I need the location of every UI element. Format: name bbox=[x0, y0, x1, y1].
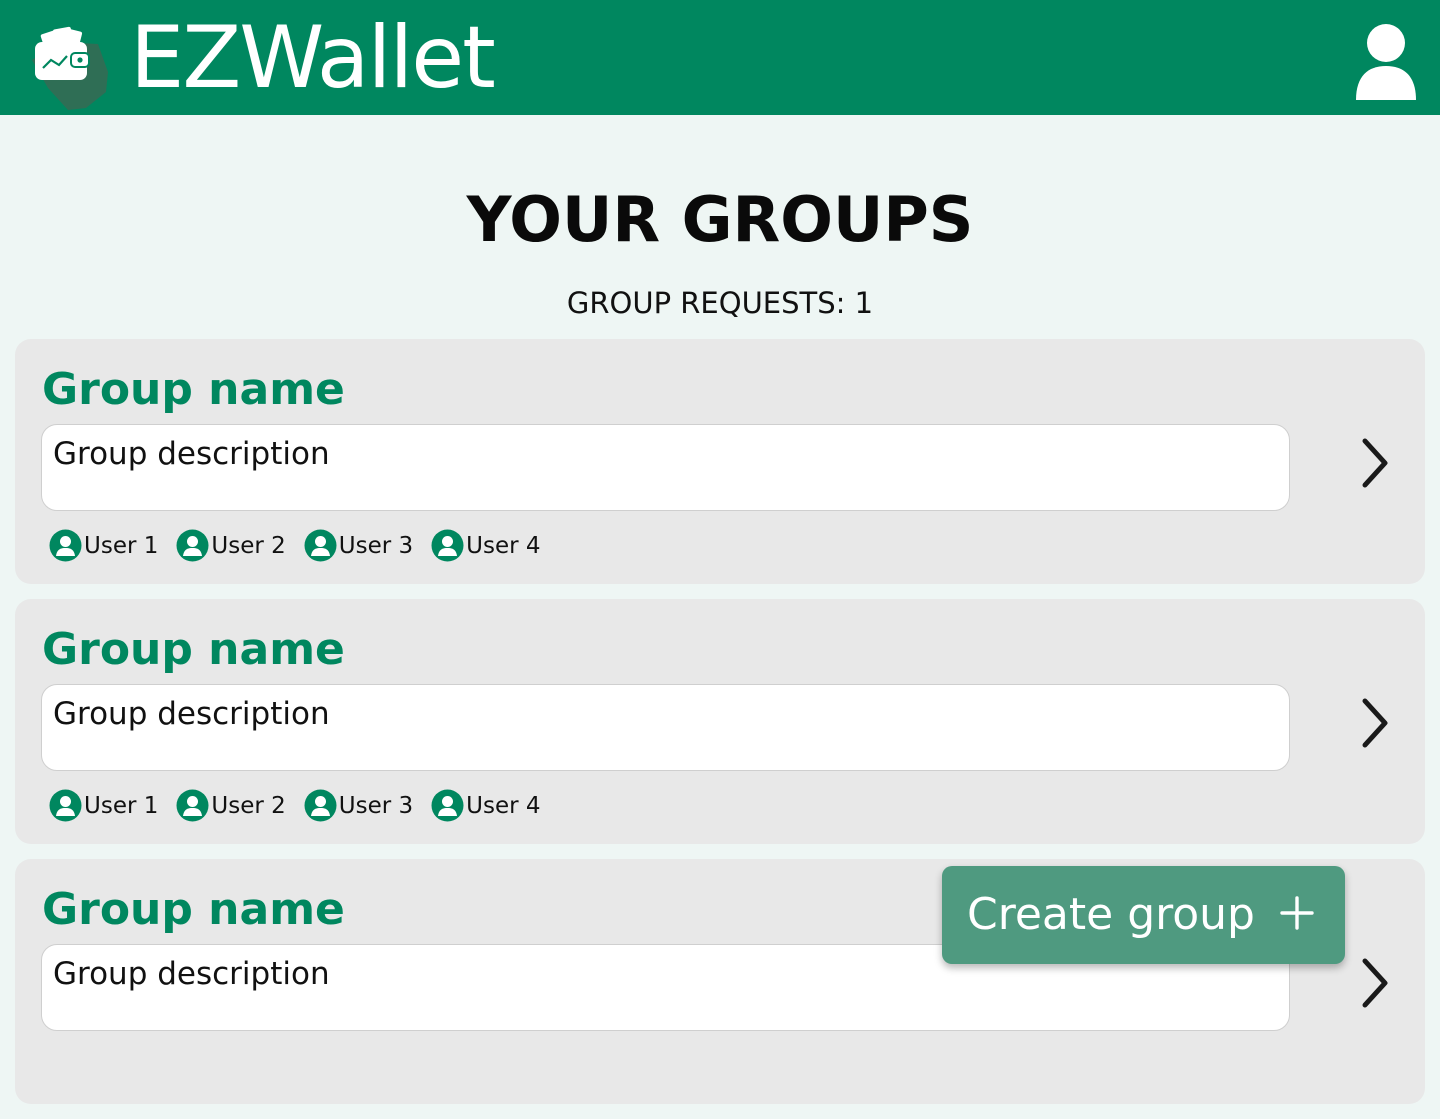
member-name: User 2 bbox=[211, 532, 286, 559]
member-chip: User 1 bbox=[49, 529, 158, 562]
user-avatar-icon bbox=[304, 789, 337, 822]
group-description: Group description bbox=[41, 424, 1290, 511]
member-chip: User 2 bbox=[176, 789, 286, 822]
user-avatar-icon bbox=[176, 529, 209, 562]
member-name: User 4 bbox=[466, 532, 541, 559]
member-chip: User 2 bbox=[176, 529, 286, 562]
member-name: User 1 bbox=[84, 792, 159, 819]
plus-icon[interactable] bbox=[1280, 896, 1314, 930]
member-list: User 1 User 2 User 3 User 4 bbox=[49, 789, 541, 822]
user-avatar-icon bbox=[431, 789, 464, 822]
member-chip: User 3 bbox=[304, 529, 413, 562]
member-chip: User 3 bbox=[304, 789, 413, 822]
app-name: EZWallet bbox=[130, 8, 496, 108]
user-avatar-icon bbox=[49, 529, 82, 562]
member-name: User 2 bbox=[211, 792, 286, 819]
app-header: EZWallet bbox=[0, 0, 1440, 115]
group-name: Group name bbox=[42, 624, 345, 675]
member-list: User 1 User 2 User 3 User 4 bbox=[49, 529, 541, 562]
group-card[interactable]: Group name Group description User 1 User… bbox=[15, 599, 1425, 844]
create-group-label: Create group bbox=[967, 889, 1255, 940]
wallet-logo-icon bbox=[32, 26, 108, 110]
user-avatar-icon bbox=[49, 789, 82, 822]
page-title: YOUR GROUPS bbox=[466, 183, 974, 256]
group-list: Group name Group description User 1 User… bbox=[15, 339, 1425, 1119]
user-avatar-icon bbox=[431, 529, 464, 562]
group-card[interactable]: Group name Group description User 1 User… bbox=[15, 339, 1425, 584]
member-name: User 1 bbox=[84, 532, 159, 559]
user-profile-icon[interactable] bbox=[1354, 24, 1418, 102]
chevron-right-icon[interactable] bbox=[1355, 955, 1395, 1011]
member-name: User 3 bbox=[338, 532, 414, 559]
group-name: Group name bbox=[42, 884, 345, 935]
user-avatar-icon bbox=[304, 529, 337, 562]
user-avatar-icon bbox=[176, 789, 209, 822]
member-chip: User 4 bbox=[431, 529, 541, 562]
group-name: Group name bbox=[42, 364, 345, 415]
group-requests-link[interactable]: GROUP REQUESTS: 1 bbox=[0, 283, 1440, 323]
member-name: User 4 bbox=[466, 792, 541, 819]
member-chip: User 1 bbox=[49, 789, 158, 822]
group-description: Group description bbox=[41, 684, 1290, 771]
member-name: User 3 bbox=[338, 792, 414, 819]
chevron-right-icon[interactable] bbox=[1355, 435, 1395, 491]
chevron-right-icon[interactable] bbox=[1355, 695, 1395, 751]
member-chip: User 4 bbox=[431, 789, 541, 822]
